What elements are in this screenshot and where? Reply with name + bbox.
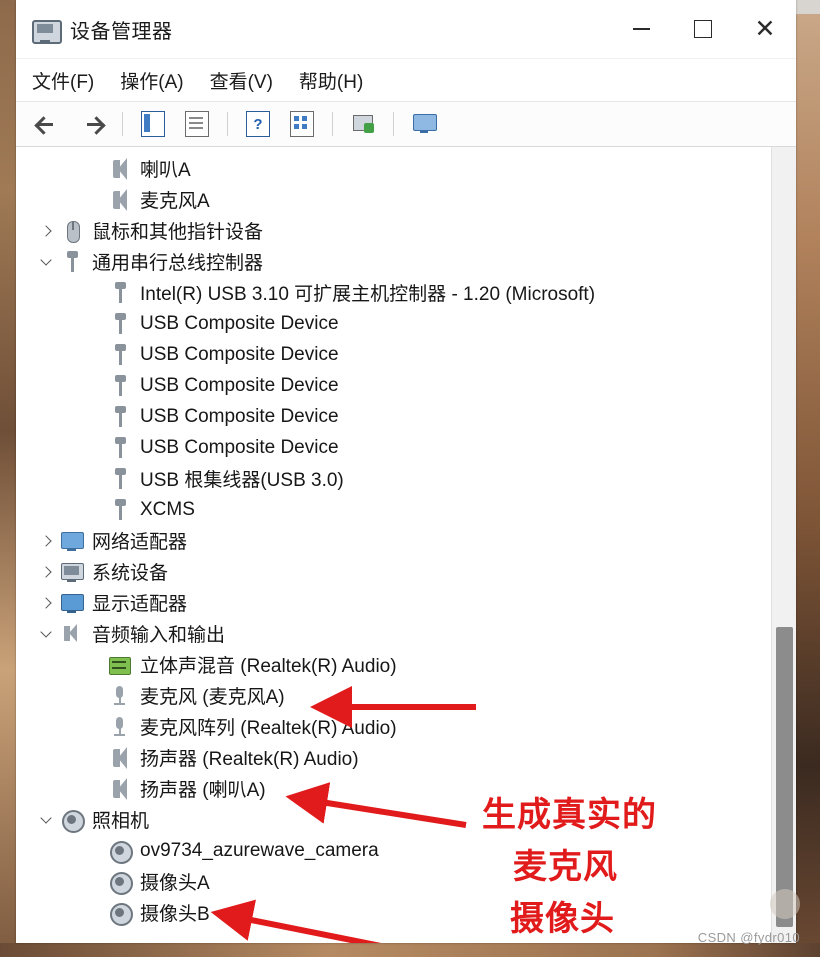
scan-hardware-changes-button[interactable] [343,107,383,141]
vertical-scrollbar-thumb[interactable] [776,627,793,927]
arrow-to-speaker [285,782,467,828]
grid-icon [290,111,314,137]
watermark: CSDN @fydr010 [697,930,800,945]
show-hide-tree-button[interactable] [133,107,173,141]
panel-icon [141,111,165,137]
toolbar-separator-1 [122,112,123,136]
menu-help[interactable]: 帮助(H) [299,67,363,94]
toolbar-separator-3 [332,112,333,136]
back-button[interactable] [28,107,68,141]
background-top-right [796,0,820,14]
arrow-right-icon [81,117,103,131]
close-button[interactable]: ✕ [734,0,796,58]
help-button[interactable]: ? [238,107,278,141]
monitor-icon [411,113,437,135]
maximize-button[interactable] [672,0,734,58]
question-mark-icon: ? [246,111,270,137]
toolbar-separator-2 [227,112,228,136]
background-bottom-strip [0,943,820,957]
menu-bar: 文件(F) 操作(A) 查看(V) 帮助(H) [16,59,796,102]
window-title: 设备管理器 [70,20,173,43]
device-manager-window: 设备管理器 ✕ 文件(F) 操作(A) 查看(V) 帮助(H) ? 喇叭A 麦克… [16,0,796,943]
device-tree-area[interactable]: 喇叭A 麦克风A 鼠标和其他指针设备 通用串行总线控制器 Intel(R) USB 3.… [16,147,796,943]
background-left-strip [0,0,16,957]
arrow-left-icon [37,117,59,131]
add-legacy-hardware-button[interactable] [404,107,444,141]
title-bar: 设备管理器 ✕ [16,0,796,59]
toolbar-separator-4 [393,112,394,136]
device-manager-icon [30,14,62,44]
minimize-button[interactable] [610,0,672,58]
document-icon [185,111,209,137]
vertical-scrollbar[interactable] [771,147,796,943]
menu-file[interactable]: 文件(F) [32,67,94,94]
annotation-arrows [210,686,476,943]
properties-button[interactable] [177,107,217,141]
menu-view[interactable]: 查看(V) [210,67,273,94]
scan-icon [351,113,375,135]
watermark-blob [770,889,800,919]
view-details-button[interactable] [282,107,322,141]
forward-button[interactable] [72,107,112,141]
background-right-strip [796,0,820,957]
arrow-to-camera-b [210,899,382,943]
menu-action[interactable]: 操作(A) [120,67,183,94]
tool-bar: ? [16,102,796,147]
